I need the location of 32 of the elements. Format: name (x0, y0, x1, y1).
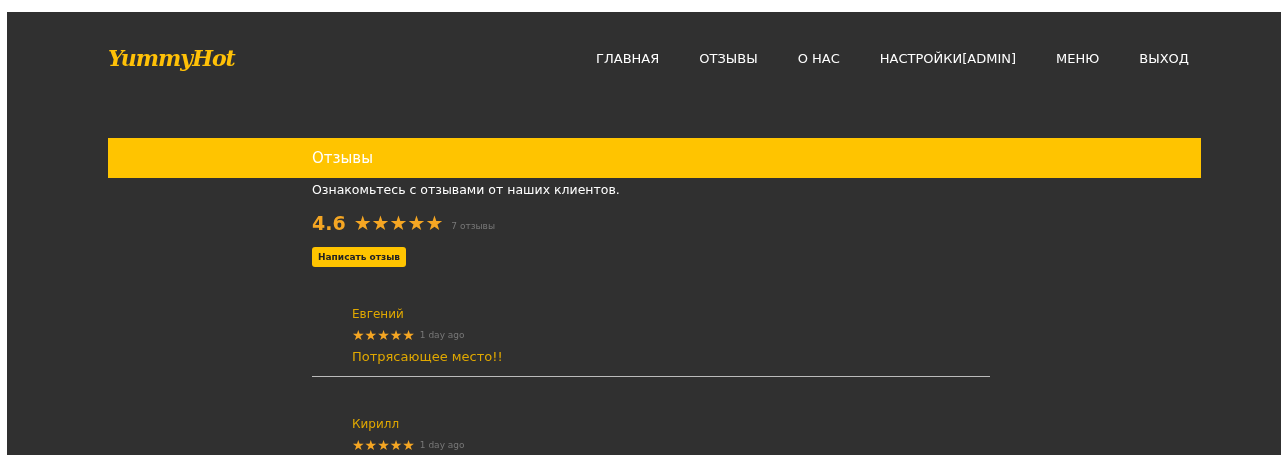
nav-link[interactable]: ВЫХОД (1139, 50, 1189, 66)
reviewer-name: Евгений (352, 307, 405, 321)
star-icon: ★ (352, 327, 365, 343)
star-icon: ★ (377, 327, 390, 343)
star-icon: ★ (389, 211, 408, 235)
star-icon: ★ (353, 211, 372, 235)
intro-text: Ознакомьтесь с отзывами от наших клиентов. (312, 182, 621, 197)
star-icon: ★ (352, 437, 365, 453)
review-count: 7 отзывы (451, 221, 495, 231)
star-icon: ★ (402, 327, 415, 343)
review-time: 1 day ago (419, 440, 465, 450)
star-icon: ★ (377, 437, 390, 453)
star-icon: ★ (389, 437, 403, 453)
star-icon: ★ (389, 327, 403, 343)
star-icon: ★ (425, 211, 444, 235)
write-review-button[interactable]: Написать отзыв (312, 247, 407, 267)
review-time: 1 day ago (419, 330, 465, 340)
star-icon: ★ (371, 211, 390, 235)
star-icon: ★ (364, 437, 378, 453)
logo[interactable]: YummyHot (108, 45, 235, 71)
reviewer-name: Кирилл (352, 417, 401, 431)
nav-link[interactable]: МЕНЮ (1056, 50, 1100, 66)
nav-link[interactable]: ОТЗЫВЫ (699, 50, 758, 66)
nav-link[interactable]: ГЛАВНАЯ (596, 50, 660, 66)
review-text: Потрясающее место!! (352, 349, 504, 364)
star-icon: ★ (364, 327, 378, 343)
nav-link[interactable]: О НАС (797, 50, 840, 66)
average-rating: 4.6 (312, 212, 346, 234)
section-title: Отзывы (312, 149, 374, 167)
nav-link[interactable]: НАСТРОЙКИ[ADMIN] (879, 50, 1017, 66)
star-icon: ★ (402, 437, 415, 453)
star-icon: ★ (407, 211, 426, 235)
